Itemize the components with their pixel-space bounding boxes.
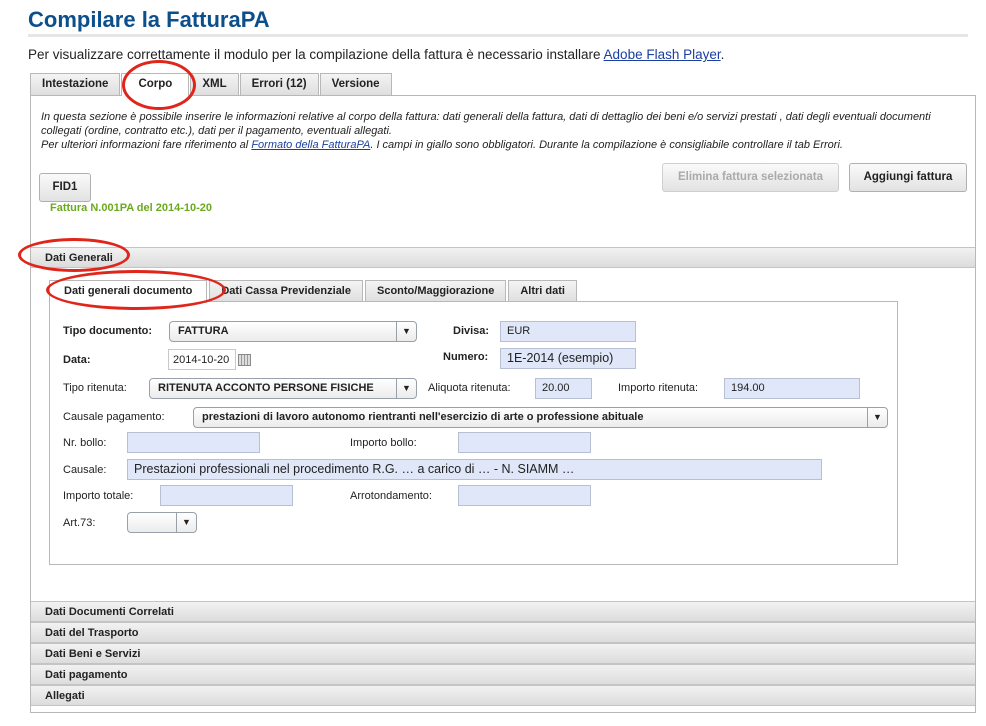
flash-notice-suffix: . bbox=[720, 47, 725, 62]
importo-totale-label: Importo totale: bbox=[63, 490, 134, 502]
divisa-field[interactable]: EUR bbox=[500, 321, 636, 342]
formato-fatturapa-link[interactable]: Formato della FatturaPA bbox=[251, 139, 370, 151]
data-field[interactable]: 2014-10-20 bbox=[168, 349, 236, 370]
chevron-down-icon: ▼ bbox=[396, 322, 416, 341]
numero-label: Numero: bbox=[443, 351, 489, 363]
title-divider bbox=[28, 34, 968, 37]
flash-notice: Per visualizzare correttamente il modulo… bbox=[28, 47, 724, 62]
tab-errori[interactable]: Errori (12) bbox=[239, 73, 319, 95]
section-dati-pagamento[interactable]: Dati pagamento bbox=[31, 664, 975, 685]
causale-pagamento-value: prestazioni di lavoro autonomo rientrant… bbox=[202, 411, 644, 423]
section-allegati[interactable]: Allegati bbox=[31, 685, 975, 706]
importo-totale-field[interactable] bbox=[160, 485, 293, 506]
chevron-down-icon: ▼ bbox=[176, 513, 196, 532]
causale-field[interactable]: Prestazioni professionali nel procedimen… bbox=[127, 459, 822, 480]
causale-pagamento-select[interactable]: prestazioni di lavoro autonomo rientrant… bbox=[193, 407, 888, 428]
aliquota-ritenuta-field[interactable]: 20.00 bbox=[535, 378, 592, 399]
art73-select[interactable]: ▼ bbox=[127, 512, 197, 533]
aliquota-ritenuta-label: Aliquota ritenuta: bbox=[428, 382, 511, 394]
section-dati-documenti-correlati[interactable]: Dati Documenti Correlati bbox=[31, 601, 975, 622]
page-title: Compilare la FatturaPA bbox=[28, 7, 270, 32]
section-dati-beni-e-servizi[interactable]: Dati Beni e Servizi bbox=[31, 643, 975, 664]
tipo-documento-label: Tipo documento: bbox=[63, 325, 153, 337]
info-line-1: In questa sezione è possibile inserire l… bbox=[41, 111, 931, 137]
info-line-2-post: . I campi in giallo sono obbligatori. Du… bbox=[370, 139, 843, 151]
tab-versione[interactable]: Versione bbox=[319, 73, 392, 95]
corpo-panel: In questa sezione è possibile inserire l… bbox=[30, 95, 976, 713]
nr-bollo-label: Nr. bollo: bbox=[63, 437, 107, 449]
causale-pagamento-label: Causale pagamento: bbox=[63, 411, 165, 423]
section-dati-del-trasporto[interactable]: Dati del Trasporto bbox=[31, 622, 975, 643]
art73-label: Art.73: bbox=[63, 517, 96, 529]
main-tabs: Intestazione Corpo XML Errori (12) Versi… bbox=[30, 73, 393, 96]
dati-generali-form: Tipo documento: FATTURA ▼ Divisa: EUR Dat… bbox=[49, 301, 898, 565]
inner-tabs: Dati generali documento Dati Cassa Previ… bbox=[49, 280, 579, 303]
causale-label: Causale: bbox=[63, 464, 107, 476]
flash-notice-text: Per visualizzare correttamente il modulo… bbox=[28, 47, 604, 62]
calendar-icon[interactable] bbox=[238, 354, 251, 366]
divisa-label: Divisa: bbox=[453, 325, 490, 337]
tab-sconto-maggiorazione[interactable]: Sconto/Maggiorazione bbox=[364, 280, 507, 302]
section-dati-generali[interactable]: Dati Generali bbox=[31, 247, 975, 268]
tab-corpo[interactable]: Corpo bbox=[121, 73, 190, 96]
nr-bollo-field[interactable] bbox=[127, 432, 260, 453]
arrotondamento-field[interactable] bbox=[458, 485, 591, 506]
tab-altri-dati[interactable]: Altri dati bbox=[508, 280, 577, 302]
tab-dati-generali-documento[interactable]: Dati generali documento bbox=[49, 280, 208, 303]
tipo-ritenuta-select[interactable]: RITENUTA ACCONTO PERSONE FISICHE ▼ bbox=[149, 378, 417, 399]
tab-intestazione[interactable]: Intestazione bbox=[30, 73, 121, 95]
data-label: Data: bbox=[63, 354, 91, 366]
info-line-2: Per ulteriori informazioni fare riferime… bbox=[41, 138, 961, 152]
invoice-label: Fattura N.001PA del 2014-10-20 bbox=[50, 202, 213, 214]
adobe-flash-link[interactable]: Adobe Flash Player bbox=[604, 47, 721, 62]
tipo-documento-value: FATTURA bbox=[178, 325, 229, 337]
importo-bollo-label: Importo bollo: bbox=[350, 437, 417, 449]
fid1-button[interactable]: FID1 bbox=[39, 173, 91, 202]
importo-ritenuta-field[interactable]: 194.00 bbox=[724, 378, 860, 399]
numero-field[interactable]: 1E-2014 (esempio) bbox=[500, 348, 636, 369]
chevron-down-icon: ▼ bbox=[867, 408, 887, 427]
tab-xml[interactable]: XML bbox=[190, 73, 239, 95]
tipo-ritenuta-label: Tipo ritenuta: bbox=[63, 382, 127, 394]
info-text: In questa sezione è possibile inserire l… bbox=[41, 110, 961, 152]
arrotondamento-label: Arrotondamento: bbox=[350, 490, 432, 502]
info-line-2-pre: Per ulteriori informazioni fare riferime… bbox=[41, 139, 252, 151]
add-invoice-button[interactable]: Aggiungi fattura bbox=[849, 163, 967, 192]
tipo-documento-select[interactable]: FATTURA ▼ bbox=[169, 321, 417, 342]
tipo-ritenuta-value: RITENUTA ACCONTO PERSONE FISICHE bbox=[158, 382, 374, 394]
importo-ritenuta-label: Importo ritenuta: bbox=[618, 382, 699, 394]
chevron-down-icon: ▼ bbox=[396, 379, 416, 398]
importo-bollo-field[interactable] bbox=[458, 432, 591, 453]
tab-dati-cassa-previdenziale[interactable]: Dati Cassa Previdenziale bbox=[209, 280, 363, 302]
delete-invoice-button: Elimina fattura selezionata bbox=[662, 163, 839, 192]
